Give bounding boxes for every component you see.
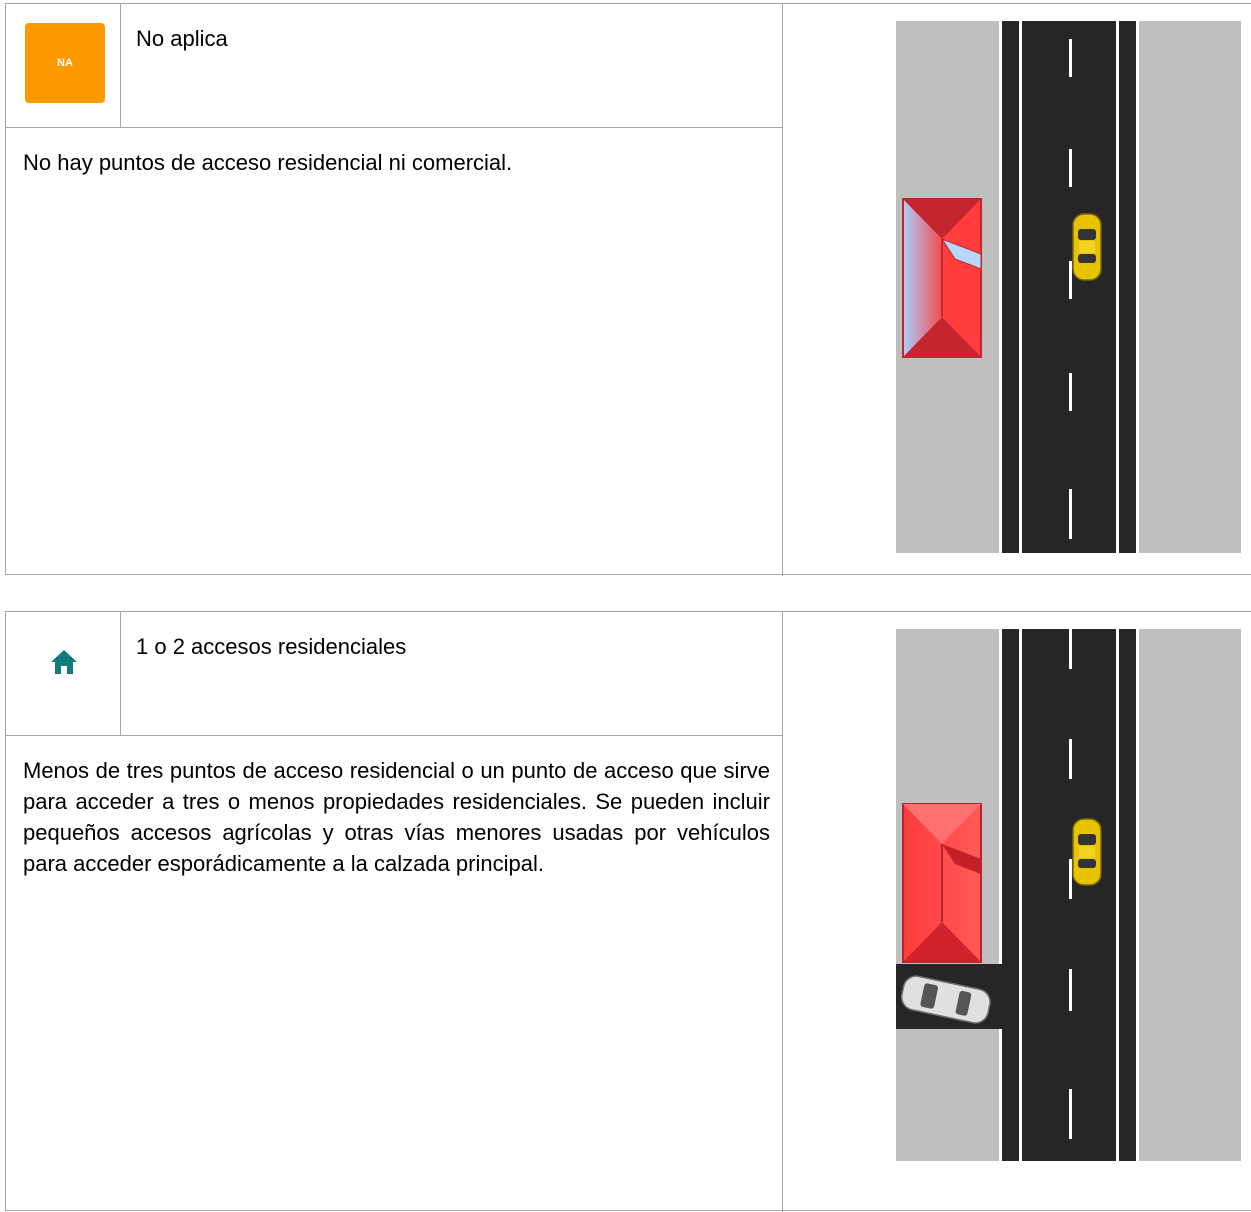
- image-cell-divider: [782, 612, 783, 1212]
- house-roof: [902, 198, 982, 358]
- rating-card-residential: 1 o 2 accesos residenciales Menos de tre…: [5, 611, 1251, 1212]
- house-roof: [902, 803, 982, 963]
- image-cell-divider: [782, 4, 783, 576]
- section-title: 1 o 2 accesos residenciales: [136, 634, 407, 659]
- header-row-divider: [6, 127, 783, 128]
- na-badge-text: NA: [57, 57, 73, 69]
- section-description: Menos de tres puntos de acceso residenci…: [23, 758, 770, 876]
- header-row-divider: [6, 735, 783, 736]
- road-illustration-no-access: [896, 21, 1241, 553]
- na-badge-icon: NA: [25, 23, 105, 103]
- yellow-car: [1072, 213, 1102, 281]
- road-illustration-residential-access: [896, 629, 1241, 1161]
- rating-card-na: NA No aplica No hay puntos de acceso res…: [5, 3, 1251, 576]
- house-icon: [51, 650, 77, 674]
- icon-cell-divider: [120, 4, 121, 127]
- section-description: No hay puntos de acceso residencial ni c…: [23, 150, 513, 175]
- section-title: No aplica: [136, 26, 228, 51]
- yellow-car: [1072, 818, 1102, 886]
- icon-cell-divider: [120, 612, 121, 735]
